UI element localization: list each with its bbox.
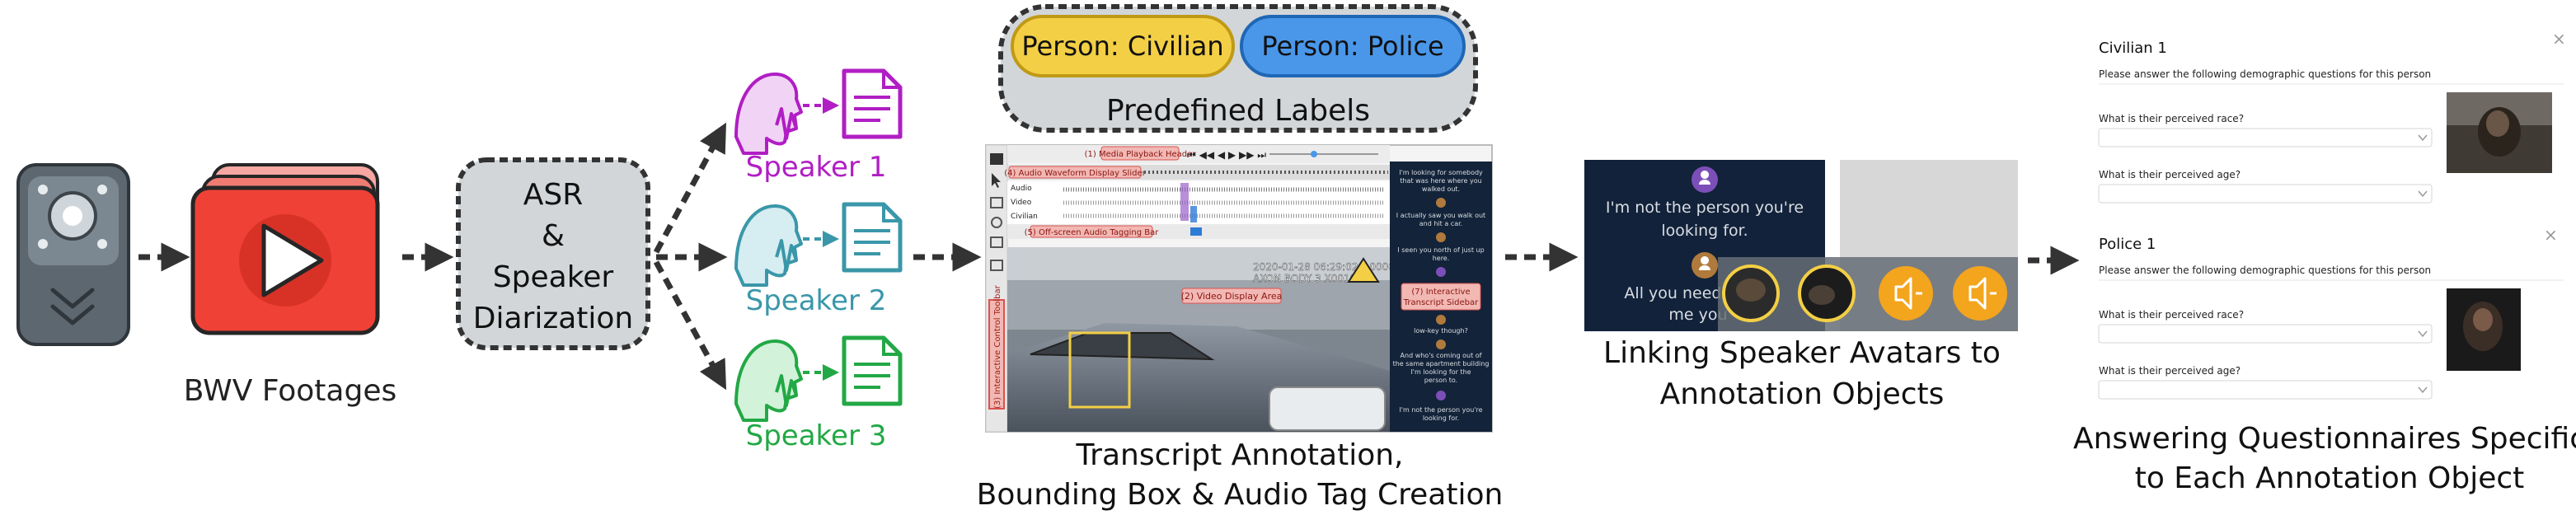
audio-tag-avatar-icon[interactable] xyxy=(1879,266,1933,321)
civilian-label-text: Person: Civilian xyxy=(1021,30,1223,62)
bwv-camera-icon xyxy=(16,163,130,346)
tagbar-label: (5) Off-screen Audio Tagging Bar xyxy=(1025,228,1160,237)
predefined-labels-caption: Predefined Labels xyxy=(1106,94,1370,128)
transcript-line: looking for. xyxy=(1423,414,1459,422)
video-play-icon xyxy=(190,163,380,335)
civilian-title: Civilian 1 xyxy=(2099,40,2167,57)
pipeline-diagram: BWV Footages ASR & Speaker Diarization S… xyxy=(16,4,2576,512)
track-label: Civilian xyxy=(1011,213,1038,221)
transcript-line: I seen you north of just up xyxy=(1397,246,1484,254)
header-label: (1) Media Playback Header xyxy=(1085,150,1197,159)
transcript-line: the same apartment building xyxy=(1393,360,1490,368)
age-question: What is their perceived age? xyxy=(2099,365,2241,377)
transcript-line: walked out. xyxy=(1422,185,1460,193)
sidebar-label-2: Transcript Sidebar xyxy=(1403,298,1479,307)
transcript-document-icon xyxy=(842,335,903,406)
linking-line-2: looking for. xyxy=(1661,222,1748,240)
tool-caption-line-1: Transcript Annotation, xyxy=(1075,438,1403,472)
video-label: (2) Video Display Area xyxy=(1181,291,1283,302)
speaker-2-label: Speaker 2 xyxy=(746,284,887,317)
transcript-line: here. xyxy=(1433,255,1450,262)
transcript-line: that was here where you xyxy=(1400,177,1481,185)
close-icon[interactable]: × xyxy=(2552,29,2566,49)
police-crop-image xyxy=(2447,288,2521,371)
annotation-tool-screenshot: (3) Interactive Control Toolbar (1) Medi… xyxy=(985,144,1493,433)
tool-caption-line-2: Bounding Box & Audio Tag Creation xyxy=(977,478,1504,512)
asr-line-3: Speaker xyxy=(493,260,614,294)
police-face-avatar[interactable] xyxy=(1798,265,1856,322)
bwv-caption: BWV Footages xyxy=(184,374,397,408)
transcript-document-icon xyxy=(842,68,903,139)
civilian-questionnaire: Civilian 1 × Please answer the following… xyxy=(2084,25,2575,211)
sidebar-label-1: (7) Interactive xyxy=(1411,288,1470,297)
questionnaire-caption-line-1: Answering Questionnaires Specific xyxy=(2073,422,2576,456)
age-select[interactable] xyxy=(2098,184,2433,204)
transcript-line: person to. xyxy=(1424,377,1457,384)
toolbar-label: (3) Interactive Control Toolbar xyxy=(993,284,1002,409)
video-timestamp: 2020-01-28 06:29:02 +0000 xyxy=(1253,261,1395,273)
age-question: What is their perceived age? xyxy=(2099,169,2241,180)
questionnaire-instruction: Please answer the following demographic … xyxy=(2099,265,2431,276)
questionnaire-instruction: Please answer the following demographic … xyxy=(2099,68,2431,80)
audio-tag-avatar-icon[interactable] xyxy=(1953,266,2007,321)
speaker-head-icon xyxy=(734,73,803,155)
playback-scrubber[interactable] xyxy=(1311,151,1317,157)
close-icon[interactable]: × xyxy=(2544,225,2558,245)
arrow-asr-to-speaker-3 xyxy=(653,260,727,391)
police-questionnaire: Police 1 × Please answer the following d… xyxy=(2084,221,2575,407)
civilian-face-avatar[interactable] xyxy=(1722,265,1780,322)
questionnaire-caption-line-2: to Each Annotation Object xyxy=(2135,461,2525,495)
speaker-3-group: Speaker 3 xyxy=(734,335,903,452)
transcript-line: I'm looking for the xyxy=(1410,368,1471,376)
linking-panel: I'm not the person you're looking for. A… xyxy=(1584,160,2018,331)
asr-line-2: & xyxy=(542,219,565,253)
transcript-document-icon xyxy=(842,202,903,273)
transcript-line: I actually saw you walk out xyxy=(1396,212,1485,219)
race-question: What is their perceived race? xyxy=(2099,309,2244,321)
slider-label: (4) Audio Waveform Display Slider xyxy=(1004,169,1146,178)
race-select[interactable] xyxy=(2098,128,2433,147)
predefined-labels-box: Person: Civilian Person: Police Predefin… xyxy=(998,4,1478,133)
speaker-head-icon xyxy=(734,204,803,287)
asr-line-4: Diarization xyxy=(473,302,634,335)
asr-line-1: ASR xyxy=(523,178,584,212)
linking-line-1: I'm not the person you're xyxy=(1606,199,1804,217)
asr-diarization-box: ASR & Speaker Diarization xyxy=(456,157,650,350)
age-select[interactable] xyxy=(2098,380,2433,400)
speaker-1-label: Speaker 1 xyxy=(746,151,887,184)
linking-caption-line-1: Linking Speaker Avatars to xyxy=(1603,336,2001,370)
transcript-line: and hit a car. xyxy=(1419,220,1462,227)
police-label-text: Person: Police xyxy=(1261,30,1443,62)
track-label: Audio xyxy=(1011,185,1032,193)
track-label: Video xyxy=(1011,199,1032,207)
transcript-line: I'm looking for somebody xyxy=(1399,169,1483,176)
transcript-line: low-key though? xyxy=(1414,327,1468,335)
speaker-1-group: Speaker 1 xyxy=(734,68,903,184)
race-select[interactable] xyxy=(2098,324,2433,344)
civilian-crop-image xyxy=(2447,92,2552,173)
race-question: What is their perceived race? xyxy=(2099,113,2244,124)
speaker-3-label: Speaker 3 xyxy=(746,419,887,452)
linking-caption-line-2: Annotation Objects xyxy=(1660,377,1945,411)
speaker-head-icon xyxy=(734,339,803,422)
playback-controls-icon[interactable]: ⏮ ◀◀ ◀ ▶ ▶▶ ⏭ xyxy=(1187,149,1266,161)
speaker-2-group: Speaker 2 xyxy=(734,202,903,317)
transcript-line: And who's coming out of xyxy=(1401,352,1482,359)
police-title: Police 1 xyxy=(2099,236,2156,253)
transcript-line: I'm not the person you're xyxy=(1399,406,1482,414)
arrow-asr-to-speaker-1 xyxy=(653,122,726,254)
